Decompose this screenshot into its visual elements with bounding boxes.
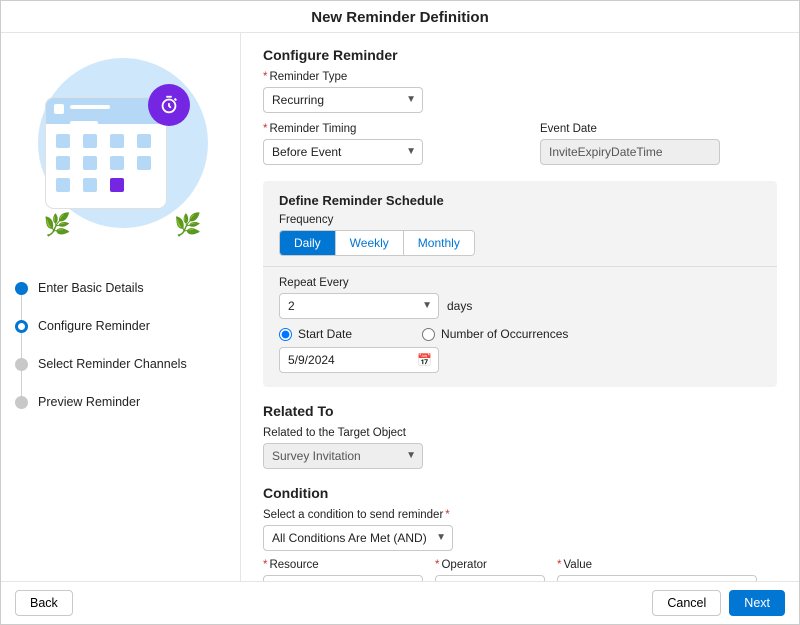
- frequency-daily[interactable]: Daily: [280, 231, 336, 255]
- back-button[interactable]: Back: [15, 590, 73, 616]
- chevron-down-icon: ▼: [422, 300, 432, 311]
- radio-start-date[interactable]: Start Date: [279, 327, 352, 341]
- schedule-panel: Define Reminder Schedule Frequency Daily…: [263, 181, 777, 387]
- resource-input[interactable]: Response Status🔍: [263, 575, 423, 581]
- footer: Back Cancel Next: [1, 581, 799, 624]
- step-select-reminder-channels[interactable]: Select Reminder Channels: [15, 349, 230, 387]
- related-to-sub: Related to the Target Object: [263, 427, 777, 439]
- event-date-label: Event Date: [540, 123, 777, 135]
- frequency-label: Frequency: [279, 214, 761, 226]
- chevron-down-icon: ▼: [406, 146, 416, 157]
- main-content: Configure Reminder Reminder Type Recurri…: [241, 33, 799, 581]
- radio-number-occurrences[interactable]: Number of Occurrences: [422, 327, 568, 341]
- related-to-heading: Related To: [263, 403, 777, 419]
- chevron-down-icon: ▼: [436, 532, 446, 543]
- operator-label: Operator: [435, 559, 545, 571]
- repeat-every-select[interactable]: 2▼: [279, 293, 439, 319]
- step-preview-reminder[interactable]: Preview Reminder: [15, 387, 230, 425]
- condition-logic-select[interactable]: All Conditions Are Met (AND)▼: [263, 525, 453, 551]
- section-heading: Configure Reminder: [263, 47, 777, 63]
- frequency-segmented: Daily Weekly Monthly: [279, 230, 475, 256]
- condition-heading: Condition: [263, 485, 777, 501]
- reminder-timing-label: Reminder Timing: [263, 123, 500, 135]
- clock-icon: [148, 84, 190, 126]
- condition-row: Resource Response Status🔍 Operator Equal…: [263, 559, 777, 581]
- modal: New Reminder Definition: [0, 0, 800, 625]
- frequency-weekly[interactable]: Weekly: [336, 231, 404, 255]
- reminder-type-label: Reminder Type: [263, 71, 777, 83]
- sidebar: 🌿🌿 Enter Basic Details Configure Reminde…: [1, 33, 241, 581]
- modal-title: New Reminder Definition: [1, 1, 799, 33]
- frequency-monthly[interactable]: Monthly: [404, 231, 474, 255]
- schedule-heading: Define Reminder Schedule: [279, 193, 761, 208]
- reminder-timing-select[interactable]: Before Event▼: [263, 139, 423, 165]
- condition-sub: Select a condition to send reminder: [263, 509, 777, 521]
- step-enter-basic-details[interactable]: Enter Basic Details: [15, 273, 230, 311]
- modal-body: 🌿🌿 Enter Basic Details Configure Reminde…: [1, 33, 799, 581]
- step-configure-reminder[interactable]: Configure Reminder: [15, 311, 230, 349]
- value-label: Value: [557, 559, 757, 571]
- related-to-select: Survey Invitation▼: [263, 443, 423, 469]
- resource-label: Resource: [263, 559, 423, 571]
- next-button[interactable]: Next: [729, 590, 785, 616]
- event-date-field: InviteExpiryDateTime: [540, 139, 720, 165]
- start-date-input[interactable]: 5/9/2024 📅: [279, 347, 439, 373]
- value-input[interactable]: Not Started🔍: [557, 575, 757, 581]
- repeat-every-label: Repeat Every: [279, 277, 761, 289]
- illustration: 🌿🌿: [15, 43, 230, 253]
- reminder-type-select[interactable]: Recurring▼: [263, 87, 423, 113]
- chevron-down-icon: ▼: [406, 94, 416, 105]
- calendar-icon: 📅: [417, 353, 432, 367]
- operator-select[interactable]: Equals▼: [435, 575, 545, 581]
- chevron-down-icon: ▼: [406, 450, 416, 461]
- progress-steps: Enter Basic Details Configure Reminder S…: [15, 273, 230, 425]
- cancel-button[interactable]: Cancel: [652, 590, 721, 616]
- repeat-unit: days: [447, 299, 472, 313]
